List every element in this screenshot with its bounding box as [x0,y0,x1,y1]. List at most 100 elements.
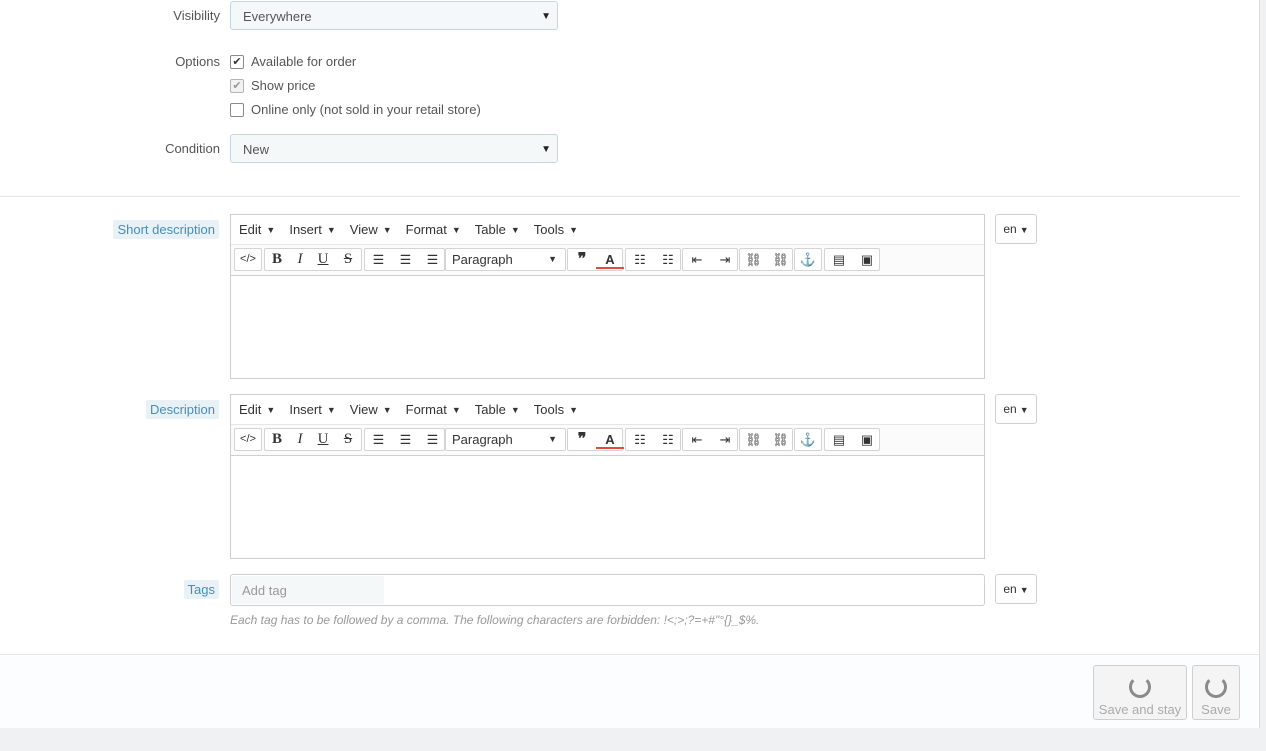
show-price-checkbox[interactable]: ✔ [230,78,244,93]
loading-spinner-icon [1129,676,1151,698]
bold-icon[interactable]: B [265,429,289,450]
chevron-down-icon: ▼ [1019,585,1029,595]
blockquote-icon[interactable]: ❞ [568,429,596,450]
code-icon[interactable]: </> [234,428,262,451]
editor-toolbar: </> B I U S ☰ ☰ ☰ Paragraph ▼ ❞ A ☷ ☷ ⇤ … [231,245,984,276]
chevron-down-icon: ▼ [1019,225,1029,235]
chevron-down-icon: ▼ [1019,405,1029,415]
menu-view[interactable]: View ▼ [350,402,392,417]
anchor-icon[interactable]: ⚓ [794,248,822,271]
online-only-checkbox[interactable] [230,102,244,117]
menu-insert[interactable]: Insert ▼ [289,222,335,237]
menu-format[interactable]: Format ▼ [406,402,461,417]
show-price-label: Show price [251,78,316,93]
italic-icon[interactable]: I [289,249,311,270]
media-icon[interactable]: ▤ [825,249,853,270]
block-format-select[interactable]: Paragraph ▼ [445,428,566,451]
short-description-label: Short description [113,220,219,239]
condition-select[interactable]: New ▼ [230,134,558,163]
condition-label: Condition [165,141,220,156]
save-and-stay-button[interactable]: Save and stay [1093,665,1187,720]
anchor-icon[interactable]: ⚓ [794,428,822,451]
save-button[interactable]: Save [1192,665,1240,720]
form-footer [0,654,1259,728]
menu-table[interactable]: Table ▼ [475,222,520,237]
align-right-icon[interactable]: ☰ [419,429,446,450]
menu-edit[interactable]: Edit ▼ [239,402,275,417]
tags-label: Tags [183,580,219,599]
link-icon[interactable]: ⛓ [740,429,767,450]
visibility-value: Everywhere [243,9,312,24]
menu-tools[interactable]: Tools ▼ [534,402,578,417]
outdent-icon[interactable]: ⇤ [683,429,711,450]
menu-insert[interactable]: Insert ▼ [289,402,335,417]
short-description-editor: Edit ▼ Insert ▼ View ▼ Format ▼ Table ▼ Tools… [230,214,985,379]
short-description-textarea[interactable] [231,276,984,379]
link-icon[interactable]: ⛓ [740,249,767,270]
available-for-order-checkbox[interactable]: ✔ [230,54,244,69]
section-divider [0,196,1240,197]
short-description-lang-select[interactable]: en ▼ [995,214,1037,244]
editor-menubar: Edit ▼ Insert ▼ View ▼ Format ▼ Table ▼ Tools… [231,395,984,425]
menu-view[interactable]: View ▼ [350,222,392,237]
visibility-select[interactable]: Everywhere ▼ [230,1,558,30]
option-show-price[interactable]: ✔ Show price [230,78,315,94]
strikethrough-icon[interactable]: S [335,249,361,270]
chevron-down-icon: ▼ [548,254,557,264]
chevron-down-icon: ▼ [548,434,557,444]
numbered-list-icon[interactable]: ☷ [654,249,682,270]
tags-input[interactable]: Add tag [230,574,985,606]
text-color-icon[interactable]: A [596,429,624,449]
chevron-down-icon: ▼ [541,11,551,22]
menu-format[interactable]: Format ▼ [406,222,461,237]
align-left-icon[interactable]: ☰ [365,429,392,450]
image-icon[interactable]: ▣ [853,249,881,270]
numbered-list-icon[interactable]: ☷ [654,429,682,450]
visibility-label: Visibility [173,8,220,23]
unlink-icon[interactable]: ⛓ [767,429,794,450]
menu-table[interactable]: Table ▼ [475,402,520,417]
menu-edit[interactable]: Edit ▼ [239,222,275,237]
save-and-stay-label: Save and stay [1098,702,1182,717]
underline-icon[interactable]: U [311,429,335,450]
align-right-icon[interactable]: ☰ [419,249,446,270]
editor-menubar: Edit ▼ Insert ▼ View ▼ Format ▼ Table ▼ Tools… [231,215,984,245]
options-label: Options [175,54,220,69]
menu-tools[interactable]: Tools ▼ [534,222,578,237]
italic-icon[interactable]: I [289,429,311,450]
editor-toolbar: </> B I U S ☰ ☰ ☰ Paragraph ▼ ❞ A ☷ ☷ ⇤ … [231,425,984,456]
bold-icon[interactable]: B [265,249,289,270]
chevron-down-icon: ▼ [541,144,551,155]
loading-spinner-icon [1205,676,1227,698]
underline-icon[interactable]: U [311,249,335,270]
description-lang-select[interactable]: en ▼ [995,394,1037,424]
description-textarea[interactable] [231,456,984,559]
align-center-icon[interactable]: ☰ [392,249,419,270]
tags-hint: Each tag has to be followed by a comma. … [230,613,760,627]
block-format-select[interactable]: Paragraph ▼ [445,248,566,271]
tags-lang-select[interactable]: en ▼ [995,574,1037,604]
strikethrough-icon[interactable]: S [335,429,361,450]
media-icon[interactable]: ▤ [825,429,853,450]
outdent-icon[interactable]: ⇤ [683,249,711,270]
align-center-icon[interactable]: ☰ [392,429,419,450]
blockquote-icon[interactable]: ❞ [568,249,596,270]
available-for-order-label: Available for order [251,54,357,69]
image-icon[interactable]: ▣ [853,429,881,450]
description-editor: Edit ▼ Insert ▼ View ▼ Format ▼ Table ▼ Tools… [230,394,985,559]
option-available-for-order[interactable]: ✔ Available for order [230,54,356,70]
option-online-only[interactable]: Online only (not sold in your retail sto… [230,102,481,118]
text-color-icon[interactable]: A [596,249,624,269]
bullet-list-icon[interactable]: ☷ [626,429,654,450]
online-only-label: Online only (not sold in your retail sto… [251,102,481,117]
save-label: Save [1201,702,1231,717]
description-label: Description [145,400,219,419]
align-left-icon[interactable]: ☰ [365,249,392,270]
indent-icon[interactable]: ⇥ [711,429,739,450]
unlink-icon[interactable]: ⛓ [767,249,794,270]
indent-icon[interactable]: ⇥ [711,249,739,270]
condition-value: New [243,142,270,157]
tags-placeholder: Add tag [232,576,384,604]
bullet-list-icon[interactable]: ☷ [626,249,654,270]
code-icon[interactable]: </> [234,248,262,271]
